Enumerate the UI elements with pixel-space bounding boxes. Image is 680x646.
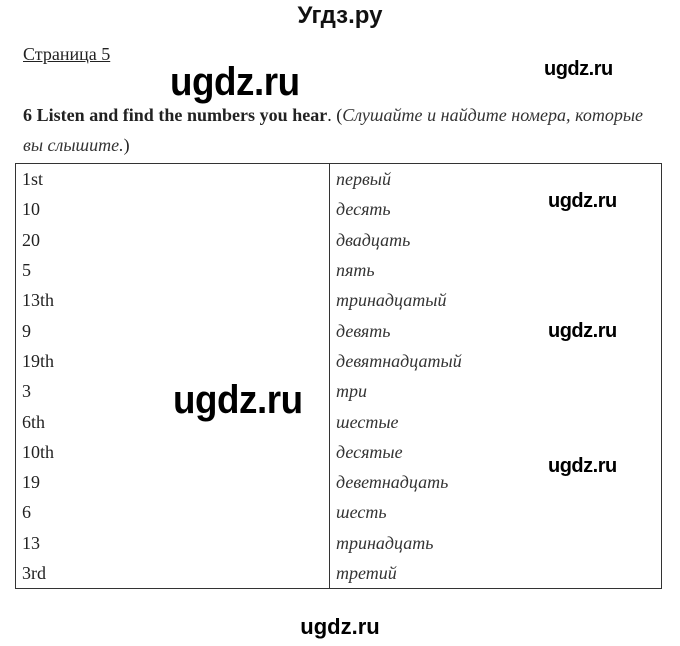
number-english: 9 (15, 315, 330, 346)
number-english: 13th (15, 285, 330, 316)
number-russian: двадцать (336, 229, 411, 250)
watermark-small: ugdz.ru (548, 455, 617, 477)
number-russian: шестые (336, 411, 399, 432)
table-row: 6 шесть (15, 497, 662, 528)
number-english: 1st (15, 163, 330, 195)
number-russian: шесть (336, 502, 387, 523)
watermark-large: ugdz.ru (173, 378, 303, 422)
number-english: 10th (15, 436, 330, 467)
number-russian: тринадцатый (336, 290, 447, 311)
number-english: 5 (15, 254, 330, 286)
numbers-table: 1st первый 10 десять 20 двадцать 5 пять 13th трин… (15, 163, 662, 590)
number-english: 3rd (15, 557, 330, 589)
task-text-en: Listen and find the numbers you hear (36, 105, 328, 125)
number-english: 6 (15, 497, 330, 528)
task-close-paren: ) (123, 135, 130, 155)
number-english: 13 (15, 527, 330, 558)
watermark-small: ugdz.ru (548, 190, 617, 212)
table-row: 13th тринадцатый (15, 285, 662, 316)
number-english: 19th (15, 345, 330, 377)
table-row: 20 двадцать (15, 224, 662, 255)
number-english: 10 (15, 194, 330, 225)
number-russian: пять (336, 260, 375, 281)
watermark-large: ugdz.ru (170, 60, 300, 104)
number-english: 20 (15, 224, 330, 255)
watermark-small: ugdz.ru (544, 58, 613, 80)
number-russian: третий (336, 563, 397, 583)
site-title: Угдз.ру (297, 2, 383, 29)
task-number: 6 (23, 105, 32, 125)
footer-watermark: ugdz.ru (300, 614, 380, 639)
table-row: 3 три (15, 376, 662, 407)
task-instruction: 6 Listen and find the numbers you hear. … (23, 100, 643, 160)
table-row: 3rd третий (15, 557, 662, 589)
table-row: 5 пять (15, 254, 662, 286)
numbers-table-body: 1st первый 10 десять 20 двадцать 5 пять 13th трин… (15, 163, 662, 589)
task-separator: . ( (327, 105, 343, 125)
page-label: Страница 5 (23, 44, 111, 64)
number-russian: три (336, 381, 367, 402)
watermark-small: ugdz.ru (548, 320, 617, 342)
table-row: 19th девятнадцатый (15, 345, 662, 377)
table-row: 13 тринадцать (15, 527, 662, 558)
number-russian: девятнадцатый (336, 350, 462, 371)
number-english: 19 (15, 466, 330, 498)
number-russian: тринадцать (336, 532, 434, 553)
table-row: 6th шестые (15, 406, 662, 437)
